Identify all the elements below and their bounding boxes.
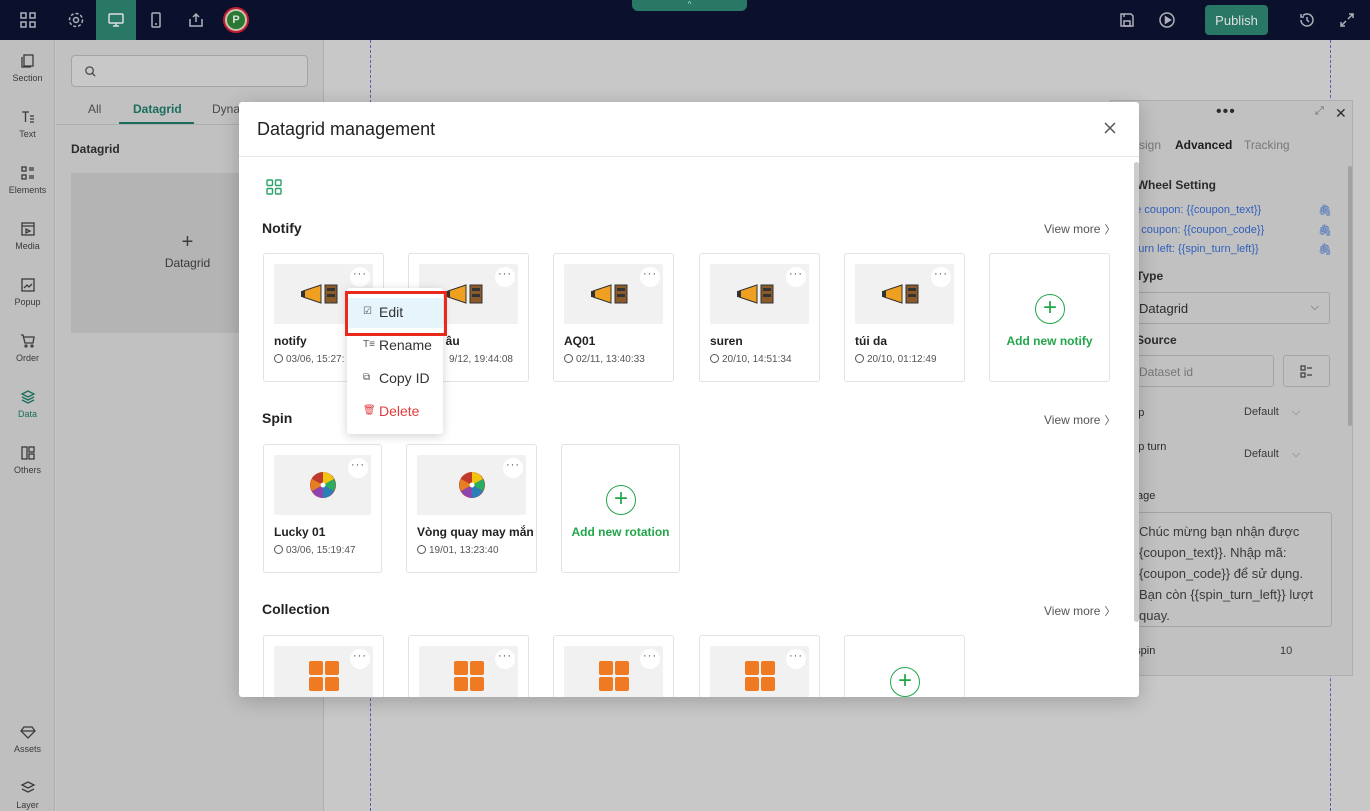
trash-icon: 🗑 [363, 405, 376, 416]
timestamp-text: 19/01, 13:23:40 [429, 545, 499, 556]
plus-circle-icon: + [890, 667, 920, 697]
card-timestamp: 19/01, 13:23:40 [417, 545, 499, 556]
clock-icon [710, 354, 719, 363]
spin-card[interactable]: ··· Lucky 01 03/06, 15:19:47 [263, 444, 382, 573]
section-title-spin: Spin [262, 410, 293, 426]
card-name: Vòng quay may mắn [417, 525, 534, 539]
add-new-rotation-label: Add new rotation [571, 525, 670, 539]
copy-icon: ⧉ [363, 372, 371, 383]
add-new-notify-label: Add new notify [1006, 334, 1093, 348]
clock-icon [855, 354, 864, 363]
card-timestamp: 9/12, 19:44:08 [449, 354, 513, 365]
view-more-label: View more [1044, 413, 1101, 427]
close-icon[interactable] [1102, 120, 1118, 136]
collection-card[interactable]: ··· [699, 635, 820, 697]
view-more-label: View more [1044, 222, 1101, 236]
chevron-right-icon: 〉 [1104, 224, 1116, 236]
timestamp-text: 20/10, 01:12:49 [867, 354, 937, 365]
rename-icon: T≡ [363, 339, 375, 350]
add-new-rotation-button[interactable]: + Add new rotation [561, 444, 680, 573]
timestamp-text: 03/06, 15:19:47 [286, 545, 356, 556]
notify-card[interactable]: ··· suren 20/10, 14:51:34 [699, 253, 820, 382]
add-new-notify-button[interactable]: + Add new notify [989, 253, 1110, 382]
collection-grid-icon [744, 661, 775, 691]
collection-card[interactable]: ··· [263, 635, 384, 697]
card-timestamp: 02/11, 13:40:33 [564, 354, 645, 365]
more-options-button[interactable]: ··· [503, 458, 523, 478]
card-name: AQ01 [564, 334, 596, 348]
notify-card[interactable]: ··· túi da 20/10, 01:12:49 [844, 253, 965, 382]
menu-item-label: Copy ID [379, 370, 430, 386]
chevron-right-icon: 〉 [1104, 606, 1116, 618]
card-name: notify [274, 334, 307, 348]
section-title-collection: Collection [262, 601, 330, 617]
collection-grid-icon [453, 661, 484, 691]
timestamp-text: 02/11, 13:40:33 [576, 354, 645, 365]
card-name: suren [710, 334, 743, 348]
clock-icon [274, 354, 283, 363]
spin-wheel-icon [309, 472, 336, 498]
timestamp-text: 20/10, 14:51:34 [722, 354, 792, 365]
plus-circle-icon: + [606, 485, 636, 515]
spin-card[interactable]: ··· Vòng quay may mắn 19/01, 13:23:40 [406, 444, 537, 573]
card-timestamp: 03/06, 15:19:47 [274, 545, 356, 556]
timestamp-text: 03/06, 15:27: [286, 354, 345, 365]
megaphone-icon [881, 284, 918, 304]
more-options-button[interactable]: ··· [495, 649, 515, 669]
clock-icon [564, 354, 573, 363]
modal-scrollbar[interactable] [1134, 162, 1139, 622]
view-more-spin[interactable]: View more 〉 [1044, 412, 1115, 428]
grid-view-icon[interactable] [266, 179, 282, 195]
more-options-button[interactable]: ··· [350, 649, 370, 669]
menu-item-copy-id[interactable]: ⧉ Copy ID [347, 364, 443, 394]
add-new-collection-button[interactable]: + [844, 635, 965, 697]
menu-item-label: Rename [379, 337, 432, 353]
megaphone-icon [445, 284, 482, 304]
card-timestamp: 20/10, 14:51:34 [710, 354, 792, 365]
modal-header: Datagrid management [239, 102, 1139, 157]
card-timestamp: 03/06, 15:27: [274, 354, 344, 365]
collection-grid-icon [308, 661, 339, 691]
megaphone-icon [590, 284, 627, 304]
more-options-button[interactable]: ··· [931, 267, 951, 287]
view-more-notify[interactable]: View more 〉 [1044, 221, 1115, 237]
collection-card[interactable]: ··· [408, 635, 529, 697]
view-more-label: View more [1044, 604, 1101, 618]
clock-icon [417, 545, 426, 554]
collection-grid-icon [598, 661, 629, 691]
highlight-box [345, 291, 447, 336]
card-timestamp: 20/10, 01:12:49 [855, 354, 937, 365]
chevron-right-icon: 〉 [1104, 415, 1116, 427]
more-options-button[interactable]: ··· [786, 649, 806, 669]
megaphone-icon [300, 284, 337, 304]
view-more-collection[interactable]: View more 〉 [1044, 603, 1115, 619]
more-options-button[interactable]: ··· [495, 267, 515, 287]
more-options-button[interactable]: ··· [350, 267, 370, 287]
section-title-notify: Notify [262, 220, 302, 236]
plus-circle-icon: + [1035, 294, 1065, 324]
clock-icon [274, 545, 283, 554]
menu-item-label: Delete [379, 403, 420, 419]
collection-card[interactable]: ··· [553, 635, 674, 697]
card-name: túi da [855, 334, 887, 348]
modal-title: Datagrid management [257, 119, 436, 139]
megaphone-icon [736, 284, 773, 304]
more-options-button[interactable]: ··· [786, 267, 806, 287]
timestamp-text: 9/12, 19:44:08 [449, 354, 513, 365]
more-options-button[interactable]: ··· [640, 267, 660, 287]
more-options-button[interactable]: ··· [640, 649, 660, 669]
notify-card[interactable]: ··· AQ01 02/11, 13:40:33 [553, 253, 674, 382]
spin-wheel-icon [458, 472, 485, 498]
more-options-button[interactable]: ··· [348, 458, 368, 478]
menu-item-delete[interactable]: 🗑 Delete [347, 397, 443, 427]
card-name: Lucky 01 [274, 525, 326, 539]
